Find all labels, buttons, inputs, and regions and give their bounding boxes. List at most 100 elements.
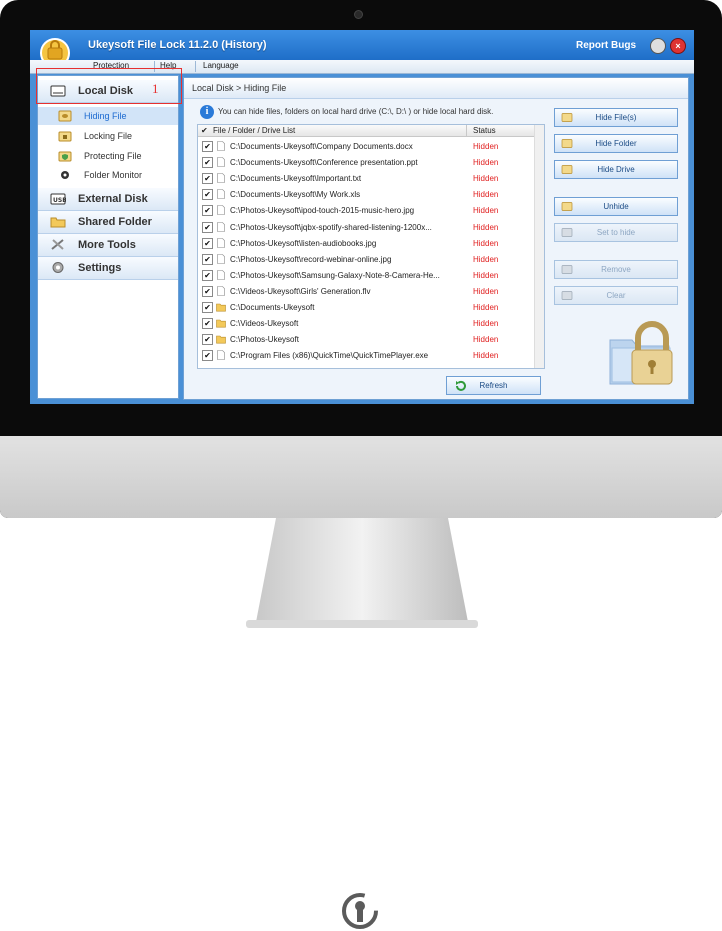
row-path: C:\Documents-Ukeysoft\Important.txt (230, 174, 362, 184)
row-checkbox[interactable]: ✔ (202, 334, 213, 346)
padlock-folder-icon (609, 321, 673, 385)
table-row[interactable]: ✔ C:\Photos-Ukeysoft\Samsung-Galaxy-Note-… (198, 267, 534, 283)
title-bar: Ukeysoft File Lock 11.2.0 (History) Repo… (30, 30, 694, 64)
table-header: ✔ File / Folder / Drive List Status (198, 125, 544, 137)
action-label: Hide Drive (597, 165, 635, 174)
row-checkbox[interactable]: ✔ (202, 205, 213, 217)
info-text: You can hide files, folders on local har… (218, 107, 494, 116)
row-checkbox[interactable]: ✔ (202, 269, 213, 281)
clear-button[interactable]: Clear (554, 286, 678, 305)
table-row[interactable]: ✔ C:\Program Files (x86)\QuickTime\QuickT… (198, 347, 534, 363)
sidebar-item-external-disk[interactable]: USB External Disk (38, 188, 178, 211)
unhide-button[interactable]: Unhide (554, 197, 678, 216)
row-checkbox[interactable]: ✔ (202, 157, 213, 169)
table-row[interactable]: ✔ C:\Videos-Ukeysoft Hidden (198, 315, 534, 331)
close-button[interactable]: × (670, 38, 686, 54)
sidebar-item-folder-monitor[interactable]: Folder Monitor (38, 166, 178, 184)
sidebar-item-hiding-file[interactable]: Hiding File (38, 107, 178, 125)
select-all-checkbox[interactable]: ✔ (201, 126, 208, 135)
table-row[interactable]: ✔ C:\Videos-Ukeysoft\Girls' Generation.fl… (198, 283, 534, 299)
folder-icon (216, 319, 226, 328)
row-status: Hidden (473, 238, 499, 248)
row-status: Hidden (473, 158, 499, 168)
row-checkbox[interactable]: ✔ (202, 285, 213, 297)
row-path: C:\Photos-Ukeysoft (230, 335, 299, 345)
table-row[interactable]: ✔ C:\Documents-Ukeysoft\Conference presen… (198, 154, 534, 170)
table-row[interactable]: ✔ C:\Documents-Ukeysoft\Important.txt Hidd… (198, 170, 534, 186)
protect-file-icon (58, 151, 72, 162)
report-bugs-link[interactable]: Report Bugs (576, 40, 636, 51)
row-path: C:\Photos-Ukeysoft\jqbx-spotify-shared-l… (230, 222, 432, 232)
sidebar-item-label: Settings (78, 262, 122, 274)
row-status: Hidden (473, 303, 499, 312)
row-status: Hidden (473, 319, 499, 329)
table-row[interactable]: ✔ C:\Photos-Ukeysoft\record-webinar-onlin… (198, 251, 534, 267)
row-status: Hidden (473, 206, 499, 216)
row-status: Hidden (473, 335, 499, 345)
file-icon (217, 173, 225, 183)
table-row[interactable]: ✔ C:\Documents-Ukeysoft Hidden (198, 299, 534, 315)
refresh-button[interactable]: Refresh (446, 376, 541, 395)
callout-number: 1 (152, 81, 159, 96)
row-path: C:\Documents-Ukeysoft\Conference present… (230, 158, 418, 168)
table-row[interactable]: ✔ C:\Documents-Ukeysoft\My Work.xls Hidden (198, 186, 534, 202)
hide-folder-button[interactable]: Hide Folder (554, 134, 678, 153)
column-header-status[interactable]: Status (473, 126, 496, 135)
info-icon: i (200, 105, 214, 119)
row-checkbox[interactable]: ✔ (202, 141, 213, 152)
row-checkbox[interactable]: ✔ (202, 221, 213, 233)
table-row[interactable]: ✔ C:\Photos-Ukeysoft\jqbx-spotify-shared-… (198, 219, 534, 235)
row-checkbox[interactable]: ✔ (202, 350, 213, 362)
row-checkbox[interactable]: ✔ (202, 253, 213, 265)
folder-icon (216, 303, 226, 312)
sidebar-item-more-tools[interactable]: More Tools (38, 234, 178, 257)
menu-bar: Protection Help Language (30, 60, 694, 74)
breadcrumb-text: Local Disk > Hiding File (192, 83, 287, 93)
file-icon (217, 141, 225, 151)
file-icon (217, 189, 225, 200)
action-label: Hide File(s) (595, 113, 637, 122)
sidebar-item-shared-folder[interactable]: Shared Folder (38, 211, 178, 234)
menu-protection[interactable]: Protection (93, 61, 129, 70)
action-label: Clear (606, 291, 626, 300)
menu-language[interactable]: Language (203, 61, 239, 70)
hard-disk-icon (50, 85, 66, 97)
sidebar: Local Disk Hiding File Locking File Prot… (37, 75, 179, 399)
sidebar-item-label: Folder Monitor (84, 170, 143, 180)
shared-folder-icon (50, 217, 66, 228)
file-icon (217, 205, 225, 216)
table-row[interactable]: ✔ C:\Photos-Ukeysoft Hidden (198, 331, 534, 347)
monitor-chin (0, 436, 722, 929)
row-checkbox[interactable]: ✔ (202, 318, 213, 330)
row-checkbox[interactable]: ✔ (202, 237, 213, 249)
file-icon (217, 269, 225, 280)
row-checkbox[interactable]: ✔ (202, 302, 213, 313)
menu-help[interactable]: Help (160, 61, 176, 70)
table-row[interactable]: ✔ C:\Photos-Ukeysoft\listen-audiobooks.jp… (198, 235, 534, 251)
hide-drive-button[interactable]: Hide Drive (554, 160, 678, 179)
remove-button[interactable]: Remove (554, 260, 678, 279)
sidebar-item-label: Shared Folder (78, 216, 152, 228)
sidebar-item-settings[interactable]: Settings (38, 257, 178, 280)
vertical-scrollbar[interactable] (534, 125, 544, 368)
breadcrumb: Local Disk > Hiding File (184, 78, 688, 99)
row-status: Hidden (473, 190, 499, 200)
table-row[interactable]: ✔ C:\Documents-Ukeysoft\Company Documents… (198, 138, 534, 154)
row-checkbox[interactable]: ✔ (202, 173, 213, 185)
sidebar-item-locking-file[interactable]: Locking File (38, 127, 178, 145)
minimize-button[interactable] (650, 38, 666, 54)
hide-file-s-button[interactable]: Hide File(s) (554, 108, 678, 127)
lock-file-icon (58, 131, 72, 142)
sidebar-item-label: Locking File (84, 131, 133, 141)
window-title: Ukeysoft File Lock 11.2.0 (History) (88, 39, 267, 51)
row-path: C:\Photos-Ukeysoft\record-webinar-online… (230, 254, 392, 264)
row-checkbox[interactable]: ✔ (202, 189, 213, 201)
monitor-frame: Ukeysoft File Lock 11.2.0 (History) Repo… (0, 0, 722, 929)
row-path: C:\Photos-Ukeysoft\ipod-touch-2015-music… (230, 206, 415, 216)
row-status: Hidden (473, 254, 499, 264)
table-row[interactable]: ✔ C:\Photos-Ukeysoft\ipod-touch-2015-musi… (198, 202, 534, 218)
column-header-file[interactable]: File / Folder / Drive List (213, 126, 295, 135)
file-icon (217, 253, 225, 264)
set-to-hide-button[interactable]: Set to hide (554, 223, 678, 242)
sidebar-item-protecting-file[interactable]: Protecting File (38, 147, 178, 165)
